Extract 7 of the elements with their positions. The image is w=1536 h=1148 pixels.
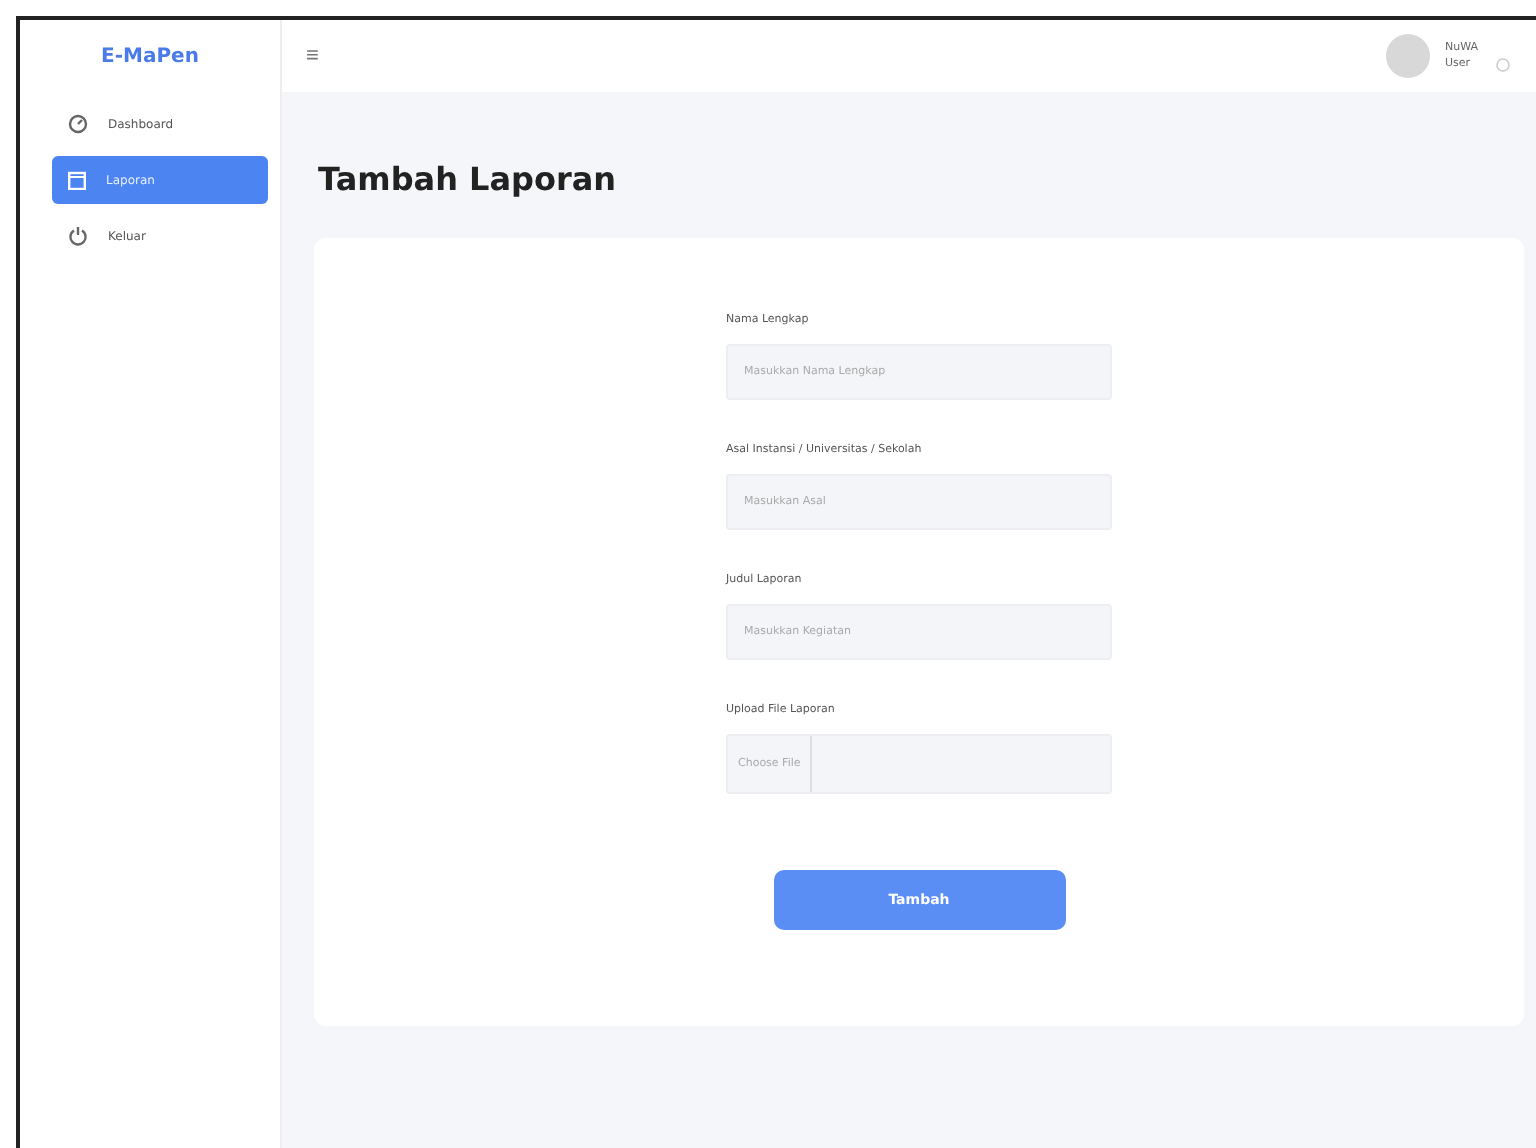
avatar [1385, 34, 1429, 78]
menu-button[interactable]: ≡ [306, 44, 319, 68]
power-icon [68, 226, 88, 246]
calendar-icon [68, 170, 86, 190]
page-title: Tambah Laporan [318, 160, 619, 198]
brand-logo: E-MaPen [99, 43, 201, 71]
gauge-icon [68, 114, 88, 134]
